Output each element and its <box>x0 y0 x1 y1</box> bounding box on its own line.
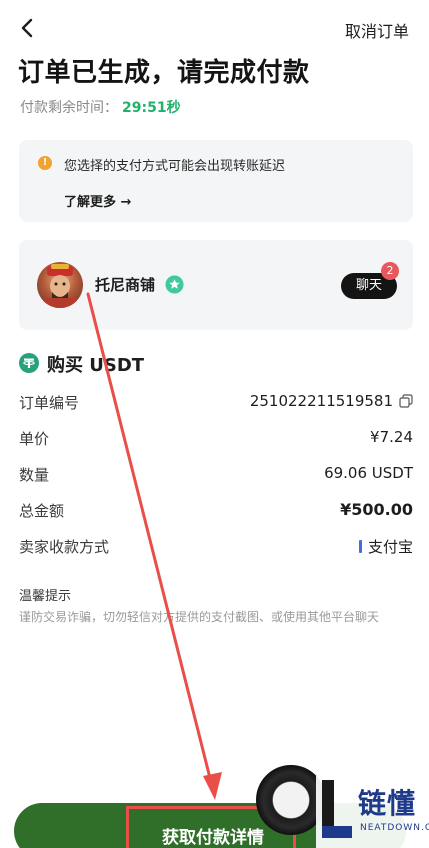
merchant-avatar[interactable] <box>37 262 83 308</box>
unit-price-row: 单价 ¥7.24 <box>19 428 413 452</box>
learn-more-link[interactable]: 了解更多 → <box>64 191 131 210</box>
watermark-l-icon <box>322 780 352 838</box>
tips-text: 谨防交易诈骗，切勿轻信对方提供的支付截图、或使用其他平台聊天 <box>19 610 380 624</box>
order-number-row: 订单编号 251022211519581 <box>19 392 413 416</box>
cancel-order-button[interactable]: 取消订单 <box>345 18 409 42</box>
top-bar: 取消订单 <box>0 0 429 56</box>
order-number-label: 订单编号 <box>19 394 80 412</box>
total-value: ¥500.00 <box>340 500 413 519</box>
payment-method-label: 卖家收款方式 <box>19 538 110 556</box>
payment-countdown: 付款剩余时间： 29:51秒 <box>20 97 181 117</box>
order-number-value: 251022211519581 <box>250 392 413 410</box>
payment-method-text: 支付宝 <box>367 538 413 556</box>
merchant-name[interactable]: 托尼商铺 <box>95 274 155 295</box>
avatar-illustration <box>43 264 77 308</box>
unread-badge: 2 <box>381 262 399 280</box>
order-number-text: 251022211519581 <box>249 392 393 410</box>
countdown-label: 付款剩余时间： <box>20 100 118 116</box>
copy-icon[interactable] <box>399 394 413 408</box>
tips-title: 温馨提示 <box>19 589 72 604</box>
buy-title: 购买 USDT <box>47 355 145 376</box>
watermark-logo: 链懂 NEATDOWN.COM <box>316 776 429 848</box>
back-arrow-icon[interactable] <box>16 16 40 40</box>
page-title: 订单已生成，请完成付款 <box>18 58 310 88</box>
payment-method-value: 支付宝 <box>358 536 413 557</box>
payment-method-row: 卖家收款方式 支付宝 <box>19 536 413 560</box>
countdown-time: 29:51秒 <box>122 100 181 116</box>
delay-notice: ! 您选择的支付方式可能会出现转账延迟 了解更多 → <box>19 140 413 222</box>
watermark-sub: NEATDOWN.COM <box>360 823 429 833</box>
annotation-arrow <box>86 292 222 800</box>
merchant-card: 托尼商铺 聊天 2 <box>19 240 413 330</box>
alipay-marker-icon <box>358 540 362 553</box>
quantity-value: 69.06 USDT <box>324 464 413 482</box>
verified-badge-icon <box>165 275 184 294</box>
warning-icon: ! <box>38 156 52 170</box>
notice-text: 您选择的支付方式可能会出现转账延迟 <box>64 159 286 174</box>
total-row: 总金额 ¥500.00 <box>19 500 413 524</box>
watermark-name: 链懂 <box>358 787 417 820</box>
total-label: 总金额 <box>19 502 65 520</box>
usdt-icon <box>19 353 39 373</box>
quantity-label: 数量 <box>19 466 50 484</box>
unit-price-label: 单价 <box>19 430 50 448</box>
quantity-row: 数量 69.06 USDT <box>19 464 413 488</box>
unit-price-value: ¥7.24 <box>370 428 413 446</box>
